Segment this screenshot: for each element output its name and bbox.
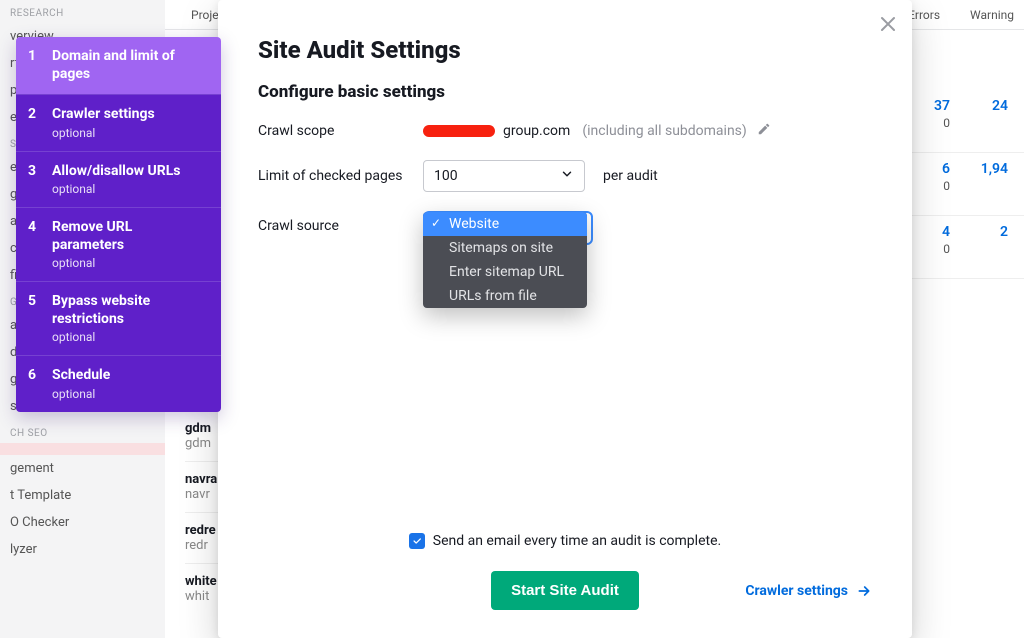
nav-item: t Template — [0, 482, 165, 509]
step-optional: optional — [52, 330, 207, 344]
col-warnings: Warning — [970, 8, 1014, 22]
domain-suffix: group.com — [503, 123, 570, 139]
crawl-source-row: Crawl source Website Sitemaps on site En… — [258, 212, 872, 246]
table-row: 4 0 2 — [904, 216, 1024, 279]
table-row: 37 0 24 — [904, 90, 1024, 153]
step-optional: optional — [52, 182, 207, 196]
wizard-step-allow-disallow[interactable]: 3 Allow/disallow URLs optional — [16, 151, 221, 208]
crawl-source-label: Crawl source — [258, 212, 423, 234]
step-number: 4 — [28, 219, 42, 270]
site-audit-settings-modal: Site Audit Settings Configure basic sett… — [218, 0, 912, 638]
wizard-step-bypass[interactable]: 5 Bypass website restrictions optional — [16, 281, 221, 355]
crawl-scope-row: Crawl scope group.com (including all sub… — [258, 122, 872, 140]
crawl-scope-label: Crawl scope — [258, 123, 423, 139]
step-title: Allow/disallow URLs — [52, 163, 207, 181]
domain-redacted — [423, 125, 495, 137]
step-optional: optional — [52, 126, 207, 140]
nav-item: O Checker — [0, 509, 165, 536]
limit-label: Limit of checked pages — [258, 168, 423, 184]
step-title: Schedule — [52, 367, 207, 385]
step-number: 6 — [28, 367, 42, 401]
email-checkbox-label: Send an email every time an audit is com… — [433, 533, 721, 549]
step-title: Bypass website restrictions — [52, 293, 207, 328]
step-optional: optional — [52, 387, 207, 401]
step-number: 5 — [28, 293, 42, 344]
nav-item — [0, 443, 165, 455]
nav-section-research: RESEARCH — [0, 0, 165, 23]
email-checkbox[interactable] — [409, 533, 425, 549]
limit-value: 100 — [434, 168, 458, 184]
metrics-table: 37 0 24 6 0 1,94 4 0 2 — [904, 90, 1024, 279]
step-title: Remove URL parameters — [52, 219, 207, 254]
arrow-right-icon — [856, 583, 872, 599]
email-checkbox-row: Send an email every time an audit is com… — [258, 533, 872, 549]
start-site-audit-button[interactable]: Start Site Audit — [491, 571, 639, 610]
crawler-settings-link[interactable]: Crawler settings — [745, 583, 872, 599]
wizard-step-remove-params[interactable]: 4 Remove URL parameters optional — [16, 207, 221, 281]
per-audit-label: per audit — [603, 168, 658, 184]
wizard-step-domain-limit[interactable]: 1 Domain and limit of pages — [16, 37, 221, 94]
crawl-source-option-sitemaps[interactable]: Sitemaps on site — [423, 236, 587, 260]
close-icon — [878, 14, 898, 34]
nav-item: lyzer — [0, 536, 165, 563]
step-optional: optional — [52, 256, 207, 270]
col-errors: Errors — [908, 8, 940, 22]
subdomain-note: (including all subdomains) — [582, 123, 746, 139]
chevron-down-icon — [560, 167, 574, 185]
step-number: 1 — [28, 48, 42, 83]
nav-section: CH SEO — [0, 420, 165, 443]
crawl-source-option-enter-url[interactable]: Enter sitemap URL — [423, 260, 587, 284]
table-row: 6 0 1,94 — [904, 153, 1024, 216]
wizard-step-crawler-settings[interactable]: 2 Crawler settings optional — [16, 94, 221, 151]
crawl-source-option-file[interactable]: URLs from file — [423, 284, 587, 308]
step-number: 2 — [28, 106, 42, 140]
nav-item: gement — [0, 455, 165, 482]
step-title: Domain and limit of pages — [52, 48, 207, 83]
modal-footer: Send an email every time an audit is com… — [258, 533, 872, 610]
pencil-icon — [757, 122, 771, 136]
crawl-source-option-website[interactable]: Website — [423, 212, 587, 236]
close-button[interactable] — [878, 14, 898, 34]
col-project: Proje — [191, 8, 219, 22]
wizard-steps: 1 Domain and limit of pages 2 Crawler se… — [16, 37, 221, 412]
step-title: Crawler settings — [52, 106, 207, 124]
limit-select[interactable]: 100 — [423, 160, 585, 192]
check-icon — [412, 536, 422, 546]
step-number: 3 — [28, 163, 42, 197]
wizard-step-schedule[interactable]: 6 Schedule optional — [16, 355, 221, 412]
modal-subtitle: Configure basic settings — [258, 82, 872, 102]
limit-row: Limit of checked pages 100 per audit — [258, 160, 872, 192]
crawl-source-dropdown: Website Sitemaps on site Enter sitemap U… — [423, 212, 587, 308]
edit-domain-button[interactable] — [757, 122, 771, 140]
crawler-settings-label: Crawler settings — [745, 583, 848, 599]
modal-title: Site Audit Settings — [258, 36, 872, 64]
